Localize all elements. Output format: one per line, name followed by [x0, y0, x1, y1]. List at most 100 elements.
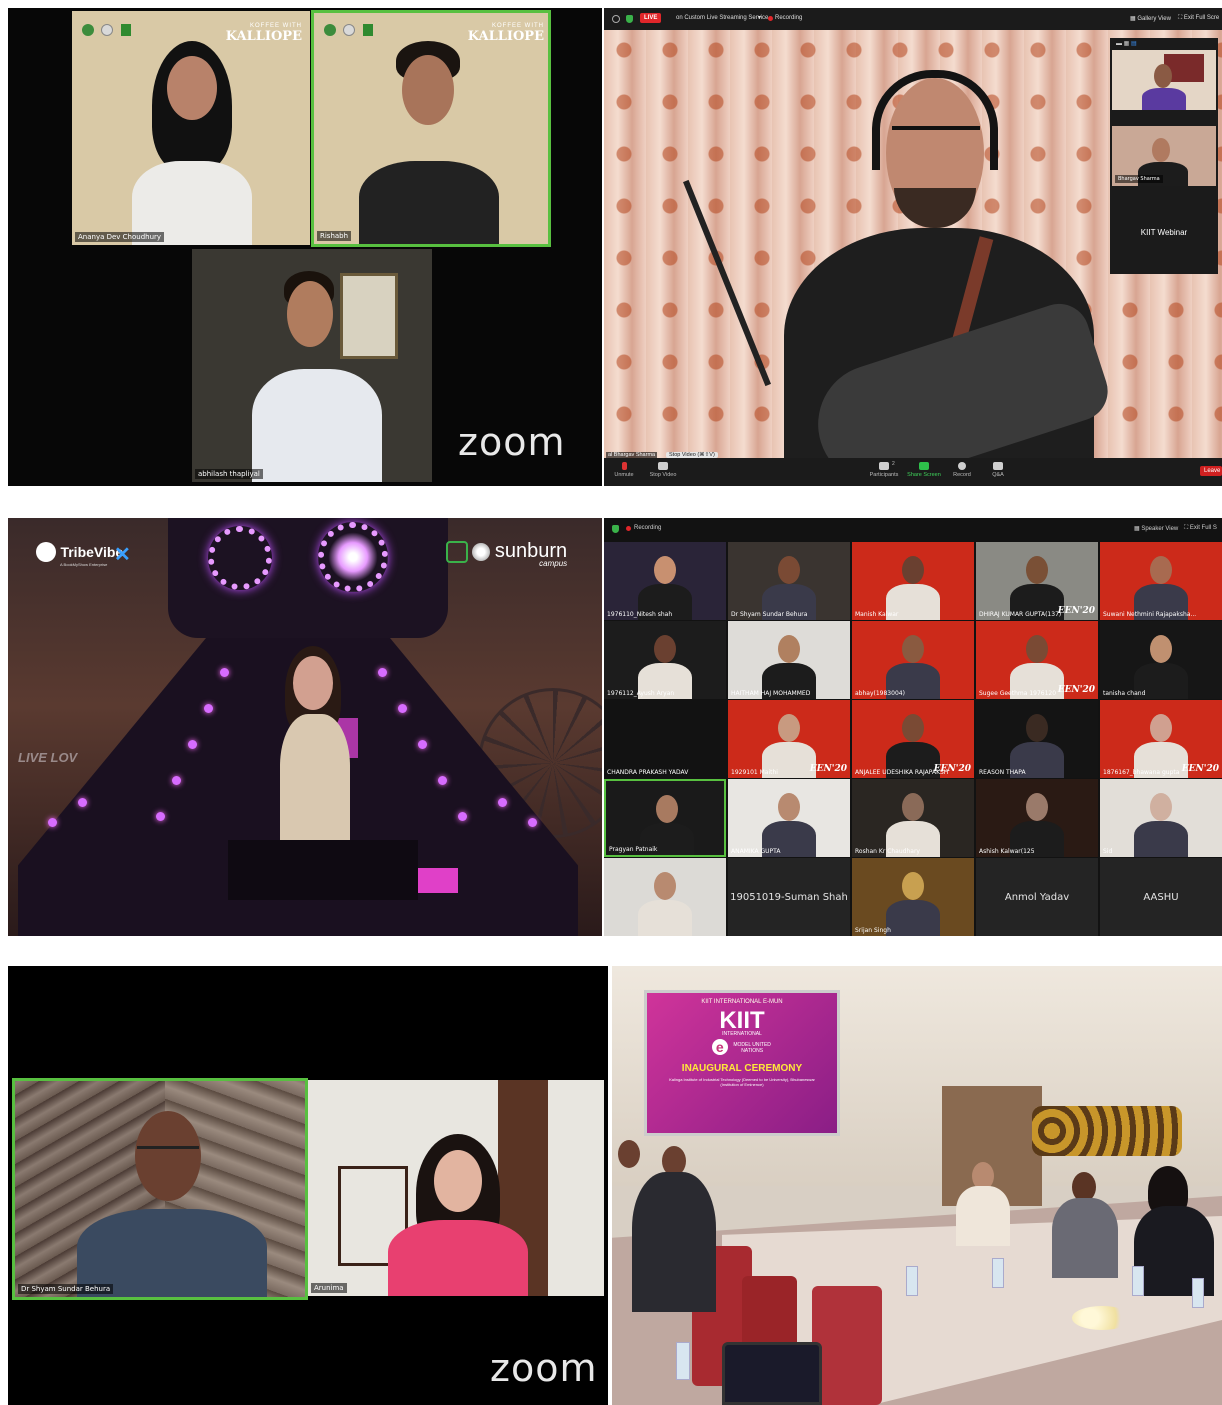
gallery-tile[interactable]: Ashish Kalwar(125 — [976, 779, 1098, 857]
gallery-view-button[interactable]: ▦ Gallery View — [1130, 15, 1171, 22]
gallery-tile[interactable]: ANAMIKA GUPTA — [728, 779, 850, 857]
screen-emun-logo: e MODEL UNITED NATIONS — [647, 1039, 837, 1057]
participant-name-label: abhay(1983004) — [855, 690, 905, 697]
video-tile-arunima[interactable]: Arunima — [308, 1080, 604, 1296]
person-head — [293, 656, 333, 710]
participant-name-label: Pragyan Patnaik — [609, 846, 658, 853]
person-head — [902, 714, 924, 742]
person-head — [902, 872, 924, 900]
gallery-tile[interactable]: tanisha chand — [1100, 621, 1222, 699]
participant-name-center: 19051019-Suman Shah — [730, 891, 848, 903]
stream-label[interactable]: on Custom Live Streaming Service — [676, 15, 768, 21]
participant-name-label: abhilash thapliyal — [195, 469, 263, 479]
person-body — [886, 900, 940, 936]
gallery-tile[interactable]: HAITHAM HAJ MOHAMMED — [728, 621, 850, 699]
participant-name-label: 1976110_Nitesh shah — [607, 611, 673, 618]
side-tile-1[interactable] — [1112, 50, 1216, 110]
exit-fullscreen-button[interactable]: ⛶ Exit Full S — [1184, 525, 1217, 532]
unmute-button[interactable]: Unmute — [610, 462, 638, 478]
panel-sunburn-dj: TribeVibe A BookMyShow Enterprise ✕ sunb… — [8, 518, 602, 936]
participants-icon — [879, 462, 889, 470]
flower-arrangement — [1072, 1306, 1132, 1330]
gallery-tile[interactable]: Sid — [1100, 779, 1222, 857]
video-tile-rishabh[interactable]: KOFFEE WITH KALLIOPE Rishabh — [311, 10, 551, 247]
gallery-tile[interactable]: Pragyan Patnaik — [604, 779, 726, 857]
gallery-tile[interactable]: 19051019-Suman Shah — [728, 858, 850, 936]
gallery-tile[interactable]: 1876167_bhawana gupta EEN'20 — [1100, 700, 1222, 778]
partner-logos — [324, 23, 373, 41]
person-head — [902, 793, 924, 821]
leave-button[interactable]: Leave — [1200, 466, 1222, 476]
x-mark-icon: ✕ — [114, 544, 131, 566]
led-light — [204, 704, 213, 713]
panel-zoom-webinar: LIVE on Custom Live Streaming Service ▾ … — [604, 8, 1222, 486]
side-tile-2[interactable]: Bhargav Sharma — [1112, 126, 1216, 186]
gallery-tile[interactable]: Anmol Yadav — [976, 858, 1098, 936]
person-head — [902, 556, 924, 584]
water-bottle — [906, 1266, 918, 1296]
screen-intl-text: INTERNATIONAL — [722, 1031, 762, 1037]
exit-fullscreen-button[interactable]: ⛶ Exit Full Scre — [1178, 15, 1219, 22]
side-panel-controls[interactable]: ▬ ▦ ▤ — [1116, 40, 1137, 47]
gallery-tile[interactable]: Manish Kalwar — [852, 542, 974, 620]
gallery-tile[interactable]: Srijan Singh — [852, 858, 974, 936]
video-tile-dr-behura[interactable]: Dr Shyam Sundar Behura — [12, 1078, 308, 1300]
led-light — [220, 668, 229, 677]
gallery-tile[interactable]: ANJALEE UDESHIKA RAJAPAKSH EEN'20 — [852, 700, 974, 778]
gallery-tile[interactable]: 1929101 Maithi EEN'20 — [728, 700, 850, 778]
share-screen-button[interactable]: Share Screen — [904, 462, 944, 478]
record-button[interactable]: Record — [948, 462, 976, 478]
participant-name-label: Sid — [1103, 848, 1113, 855]
water-bottle — [1192, 1278, 1204, 1308]
participant-name-label: tanisha chand — [1103, 690, 1146, 697]
gallery-tile[interactable]: Dr Shyam Sundar Behura — [728, 542, 850, 620]
participant-name-label: Suwani Nethmini Rajapaksha... — [1103, 611, 1197, 618]
video-tile-ananya[interactable]: KOFFEE WITH KALLIOPE Ananya Dev Choudhur… — [72, 11, 310, 245]
halloween-banner-tag: EEN'20 — [1057, 685, 1095, 695]
participant-name-label: CHANDRA PRAKASH YADAV — [607, 769, 689, 776]
participant-name-center: Anmol Yadav — [1004, 891, 1070, 903]
gallery-tile[interactable]: Sugee Geethma 1976120 EEN'20 — [976, 621, 1098, 699]
gallery-tile[interactable]: 1976110_Nitesh shah — [604, 542, 726, 620]
gallery-tile[interactable]: Suwani Nethmini Rajapaksha... — [1100, 542, 1222, 620]
sunburn-campus-logo: sunburn campus — [446, 540, 567, 568]
gallery-tile[interactable]: CHANDRA PRAKASH YADAV — [604, 700, 726, 778]
stop-video-button[interactable]: Stop Video — [646, 462, 680, 478]
side-participants-panel: ▬ ▦ ▤ Bhargav Sharma KIIT Webinar — [1110, 38, 1218, 274]
led-light — [156, 812, 165, 821]
person-body — [632, 1172, 716, 1312]
speaker-view-button[interactable]: ▦ Speaker View — [1134, 525, 1178, 532]
shield-icon[interactable] — [612, 525, 619, 533]
glasses — [137, 1146, 199, 1156]
live-badge[interactable]: LIVE — [640, 13, 662, 23]
led-light — [48, 818, 57, 827]
video-tile-abhilash[interactable]: abhilash thapliyal — [192, 249, 432, 482]
participant-name-label: DHIRAJ KUMAR GUPTA(137) — [979, 611, 1062, 618]
participants-count: 2 — [892, 461, 895, 467]
gallery-tile[interactable]: DHIRAJ KUMAR GUPTA(137) EEN'20 — [976, 542, 1098, 620]
gallery-tile[interactable]: AASHU — [1100, 858, 1222, 936]
gallery-tile[interactable]: abhay(1983004) — [852, 621, 974, 699]
qa-button[interactable]: Q&A — [984, 462, 1012, 478]
speaker-ring-right — [318, 522, 388, 592]
person-head — [1150, 556, 1172, 584]
water-bottle — [992, 1258, 1004, 1288]
person-head — [135, 1111, 201, 1201]
gallery-tile[interactable]: 1976112_Ayush Aryan — [604, 621, 726, 699]
participant-name-label: REASON THAPA — [979, 769, 1026, 776]
kalliope-banner-logo: KOFFEE WITH KALLIOPE — [225, 23, 302, 44]
gallery-tile[interactable]: Roshan Kr Chaudhary — [852, 779, 974, 857]
person-body — [956, 1186, 1010, 1246]
gallery-tile[interactable] — [604, 858, 726, 936]
wall-frame — [340, 273, 398, 359]
participants-button[interactable]: Participants — [866, 462, 902, 478]
mic-muted-icon — [621, 462, 627, 470]
chevron-down-icon[interactable]: ▾ — [758, 14, 761, 21]
gallery-grid: 1976110_Nitesh shah Dr Shyam Sundar Behur… — [604, 542, 1222, 936]
recording-label: Recording — [634, 525, 662, 531]
info-icon[interactable] — [612, 15, 620, 23]
gallery-tile[interactable]: REASON THAPA — [976, 700, 1098, 778]
participant-name-label: 1876167_bhawana gupta — [1103, 769, 1180, 776]
side-tile-3[interactable]: KIIT Webinar — [1112, 202, 1216, 266]
shield-icon[interactable] — [626, 15, 633, 23]
